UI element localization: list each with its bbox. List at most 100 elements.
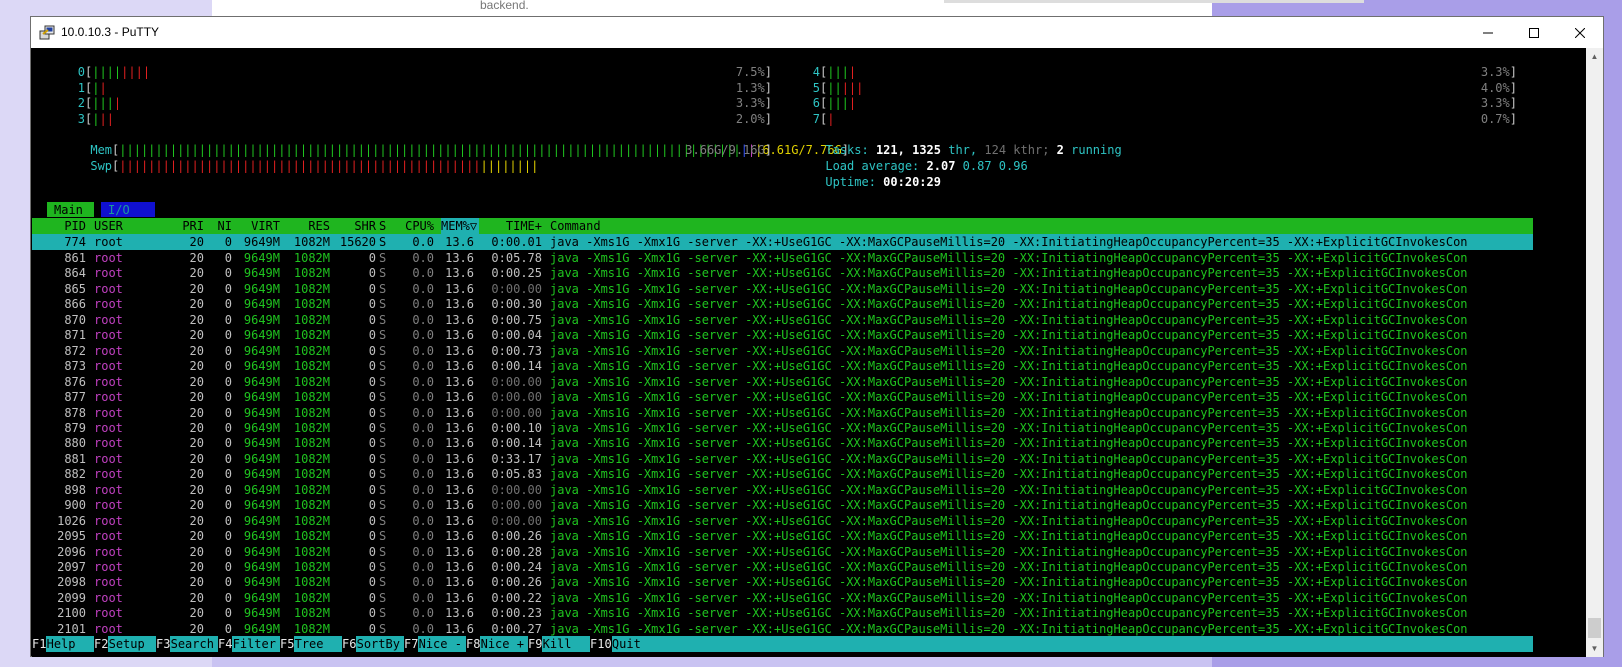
fkey-label[interactable]: Kill	[543, 636, 572, 652]
cpu-percent: 3.3%	[1480, 96, 1510, 110]
column-state[interactable]: S	[379, 218, 386, 234]
cpu-meter: 1[|| 1.3%]	[77, 80, 772, 95]
tab-main[interactable]: Main	[47, 202, 94, 217]
cpu-meter: 2[|||| 3.3%]	[77, 96, 772, 110]
cpu-percent: 0.7%	[1480, 111, 1510, 126]
selected-process-row[interactable]: 774 root 20 0 9649M 1082M 15620 S 0.0 13…	[32, 234, 1533, 250]
fkey-label[interactable]: Tree	[295, 636, 324, 652]
table-row[interactable]: 861 root 20 0 9649M 1082M 0 S 0.0 13.6 0:05.78 java…	[32, 250, 1533, 266]
scroll-up-arrow-icon[interactable]: ▲	[1586, 48, 1603, 65]
load-average-line: Load average: 2.07 0.87 0.96	[825, 159, 1028, 173]
table-row[interactable]: 882 root 20 0 9649M 1082M 0 S 0.0 13.6 0:05.83 java…	[32, 466, 1533, 482]
cpu-percent: 7.5%	[735, 65, 765, 79]
minimize-button[interactable]	[1465, 17, 1511, 48]
swap-value: 3.66G/9.16G	[685, 143, 765, 157]
table-row[interactable]: 870 root 20 0 9649M 1082M 0 S 0.0 13.6 0:00.75 java…	[32, 312, 1533, 328]
table-row[interactable]: 2099 root 20 0 9649M 1082M 0 S 0.0 13.6 0:00.22 jav…	[32, 590, 1533, 606]
fkey-label[interactable]: Help	[47, 636, 76, 652]
close-button[interactable]	[1557, 17, 1603, 48]
table-row[interactable]: 873 root 20 0 9649M 1082M 0 S 0.0 13.6 0:00.14 java…	[32, 358, 1533, 374]
table-row[interactable]: 872 root 20 0 9649M 1082M 0 S 0.0 13.6 0:00.73 java…	[32, 343, 1533, 359]
uptime-line: Uptime: 00:20:29	[825, 175, 941, 189]
fkey-label[interactable]: Nice +	[481, 636, 524, 652]
table-row[interactable]: 2098 root 20 0 9649M 1082M 0 S 0.0 13.6 0:00.26 jav…	[32, 574, 1533, 590]
column-cpu[interactable]: CPU%	[387, 218, 434, 234]
window-title: 10.0.10.3 - PuTTY	[61, 25, 160, 39]
vertical-scrollbar[interactable]: ▲ ▼	[1586, 48, 1603, 657]
table-row[interactable]: 878 root 20 0 9649M 1082M 0 S 0.0 13.6 0:00.00 java…	[32, 405, 1533, 421]
tab-io[interactable]: I/O	[101, 202, 155, 217]
fkey-search-key[interactable]: F3	[156, 636, 171, 652]
cpu-percent: 3.3%	[735, 96, 765, 110]
column-mem[interactable]: MEM%▽	[441, 218, 477, 234]
minimize-icon	[1483, 32, 1493, 33]
column-time[interactable]: TIME+	[480, 218, 542, 234]
fkey-setup-key[interactable]: F2	[94, 636, 109, 652]
table-row[interactable]: 2095 root 20 0 9649M 1082M 0 S 0.0 13.6 0:00.26 jav…	[32, 528, 1533, 544]
cpu-percent: 3.3%	[1480, 65, 1510, 79]
column-shr[interactable]: SHR	[332, 218, 376, 234]
fkey-nice-key[interactable]: F7	[404, 636, 419, 652]
column-pri[interactable]: PRI	[164, 218, 204, 234]
column-ni[interactable]: NI	[207, 218, 232, 234]
table-row[interactable]: 877 root 20 0 9649M 1082M 0 S 0.0 13.6 0:00.00 java…	[32, 389, 1533, 405]
table-row[interactable]: 871 root 20 0 9649M 1082M 0 S 0.0 13.6 0:00.04 java…	[32, 327, 1533, 343]
fkey-label[interactable]: Quit	[612, 636, 641, 652]
table-row[interactable]: 2097 root 20 0 9649M 1082M 0 S 0.0 13.6 0:00.24 jav…	[32, 559, 1533, 575]
mem-meter: Mem[||||||||||||||||||||||||||||||||||||…	[90, 143, 850, 157]
fkey-sortby-key[interactable]: F6	[342, 636, 357, 652]
fkey-tree-key[interactable]: F5	[280, 636, 295, 652]
table-row[interactable]: 865 root 20 0 9649M 1082M 0 S 0.0 13.6 0:00.00 java…	[32, 281, 1533, 297]
scroll-thumb[interactable]	[1588, 618, 1601, 638]
cpu-meter: 5[||||| 4.0%]	[812, 80, 1517, 95]
table-row[interactable]: 879 root 20 0 9649M 1082M 0 S 0.0 13.6 0:00.10 java…	[32, 420, 1533, 436]
cpu-percent: 2.0%	[735, 111, 765, 126]
cpu-meter: 7[| 0.7%]	[812, 111, 1517, 126]
putty-icon	[39, 25, 55, 40]
fkey-label[interactable]: Search	[171, 636, 214, 652]
column-command[interactable]: Command	[550, 218, 1533, 234]
function-key-bar: F1 Help F2 Setup F3 Search F4 Filter F5 Tree F6 Sor…	[32, 636, 1533, 652]
cpu-percent: 4.0%	[1480, 80, 1510, 95]
table-row[interactable]: 881 root 20 0 9649M 1082M 0 S 0.0 13.6 0:33.17 java…	[32, 451, 1533, 467]
title-bar[interactable]: 10.0.10.3 - PuTTY	[31, 17, 1603, 48]
column-virt[interactable]: VIRT	[232, 218, 280, 234]
table-row[interactable]: 1026 root 20 0 9649M 1082M 0 S 0.0 13.6 0:00.00 jav…	[32, 513, 1533, 529]
column-res[interactable]: RES	[282, 218, 330, 234]
maximize-button[interactable]	[1511, 17, 1557, 48]
table-row[interactable]: 2101 root 20 0 9649M 1082M 0 S 0.0 13.6 0:00.27 jav…	[32, 621, 1533, 637]
putty-window: 10.0.10.3 - PuTTY 0[|||||||| 7.5%] 1[|| 1.3…	[30, 16, 1604, 657]
fkey-label[interactable]: Nice -	[419, 636, 462, 652]
fkey-kill-key[interactable]: F9	[528, 636, 543, 652]
table-row[interactable]: 2100 root 20 0 9649M 1082M 0 S 0.0 13.6 0:00.23 jav…	[32, 605, 1533, 621]
fkey-help-key[interactable]: F1	[32, 636, 47, 652]
background-browser-input	[944, 0, 1364, 3]
fkey-filter-key[interactable]: F4	[218, 636, 233, 652]
table-row[interactable]: 876 root 20 0 9649M 1082M 0 S 0.0 13.6 0:00.00 java…	[32, 374, 1533, 390]
fkey-label[interactable]: Setup	[109, 636, 145, 652]
tasks-line: Tasks: 121, 1325 thr, 124 kthr; 2 runnin…	[825, 143, 1122, 157]
terminal-area[interactable]: 0[|||||||| 7.5%] 1[|| 1.3%] 2[|||| 3.3%] 3[|||…	[32, 48, 1586, 657]
column-user[interactable]: USER	[94, 218, 123, 234]
background-browser-text: backend.	[480, 0, 529, 12]
cpu-meter: 4[|||| 3.3%]	[812, 65, 1517, 79]
table-row[interactable]: 898 root 20 0 9649M 1082M 0 S 0.0 13.6 0:00.00 java…	[32, 482, 1533, 498]
scroll-down-arrow-icon[interactable]: ▼	[1586, 640, 1603, 657]
view-tabs: Main I/O	[47, 202, 155, 217]
maximize-icon	[1529, 27, 1539, 38]
fkey-quit-key[interactable]: F10	[590, 636, 612, 652]
fkey-nice-key[interactable]: F8	[466, 636, 481, 652]
fkey-label[interactable]: Filter	[233, 636, 276, 652]
column-pid[interactable]: PID	[32, 218, 86, 234]
table-row[interactable]: 866 root 20 0 9649M 1082M 0 S 0.0 13.6 0:00.30 java…	[32, 296, 1533, 312]
column-header-row: PID USER PRI NI VIRT RES SHR S CPU% MEM%…	[32, 218, 1533, 234]
cpu-meter: 0[|||||||| 7.5%]	[77, 65, 772, 79]
fkey-label[interactable]: SortBy	[357, 636, 400, 652]
table-row[interactable]: 880 root 20 0 9649M 1082M 0 S 0.0 13.6 0:00.14 java…	[32, 435, 1533, 451]
table-row[interactable]: 900 root 20 0 9649M 1082M 0 S 0.0 13.6 0:00.00 java…	[32, 497, 1533, 513]
close-icon	[1575, 27, 1585, 38]
cpu-meter: 3[||| 2.0%]	[77, 111, 772, 126]
cpu-percent: 1.3%	[735, 80, 765, 95]
table-row[interactable]: 2096 root 20 0 9649M 1082M 0 S 0.0 13.6 0:00.28 jav…	[32, 544, 1533, 560]
table-row[interactable]: 864 root 20 0 9649M 1082M 0 S 0.0 13.6 0:00.25 java…	[32, 265, 1533, 281]
